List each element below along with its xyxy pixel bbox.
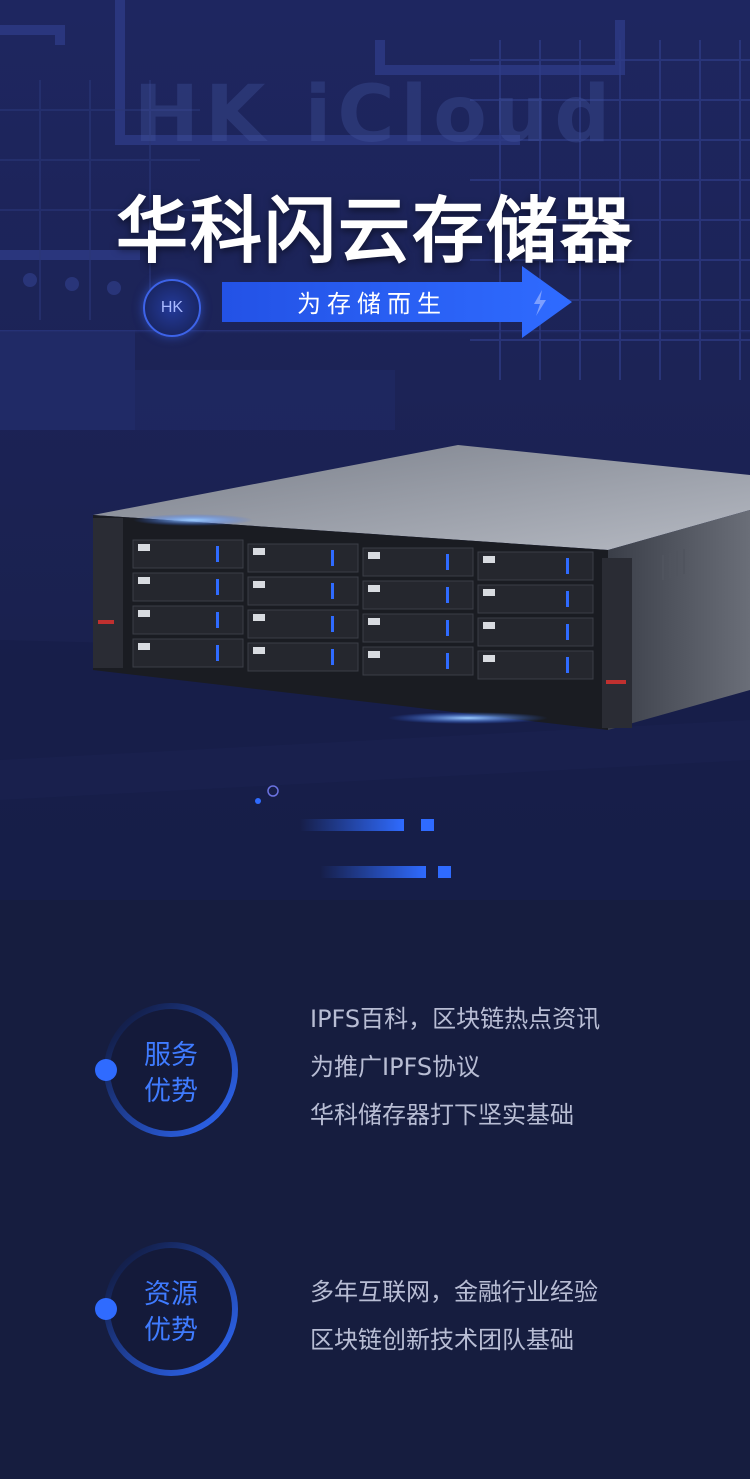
slogan-text: 为存储而生 [297,290,447,318]
advantage-label-line: 优势 [144,1315,198,1346]
page-title: 华科闪云存储器 [115,189,634,273]
advantage-description: IPFS百科，区块链热点资讯 为推广IPFS协议 华科储存器打下坚实基础 [310,995,600,1139]
decorative-lines [255,785,451,878]
advantage-label: 服务 优势 [101,1038,241,1110]
advantage-label-line: 服务 [144,1040,198,1071]
description-line: 区块链创新技术团队基础 [310,1326,574,1354]
advantage-description: 多年互联网，金融行业经验 区块链创新技术团队基础 [310,1268,598,1364]
description-line: 华科储存器打下坚实基础 [310,1101,574,1129]
server-image [93,445,750,730]
watermark-text: HK iCloud [133,70,617,160]
description-line: 多年互联网，金融行业经验 [310,1278,598,1306]
advantage-label-line: 优势 [144,1076,198,1107]
hero-section: HK iCloud 华科闪云存储器 HK 为存储而生 [0,0,750,900]
hk-badge: HK [143,279,201,337]
advantage-label: 资源 优势 [101,1277,241,1349]
advantage-label-line: 资源 [144,1279,198,1310]
description-line: IPFS百科，区块链热点资讯 [310,1005,601,1033]
description-line: 为推广IPFS协议 [310,1053,481,1081]
